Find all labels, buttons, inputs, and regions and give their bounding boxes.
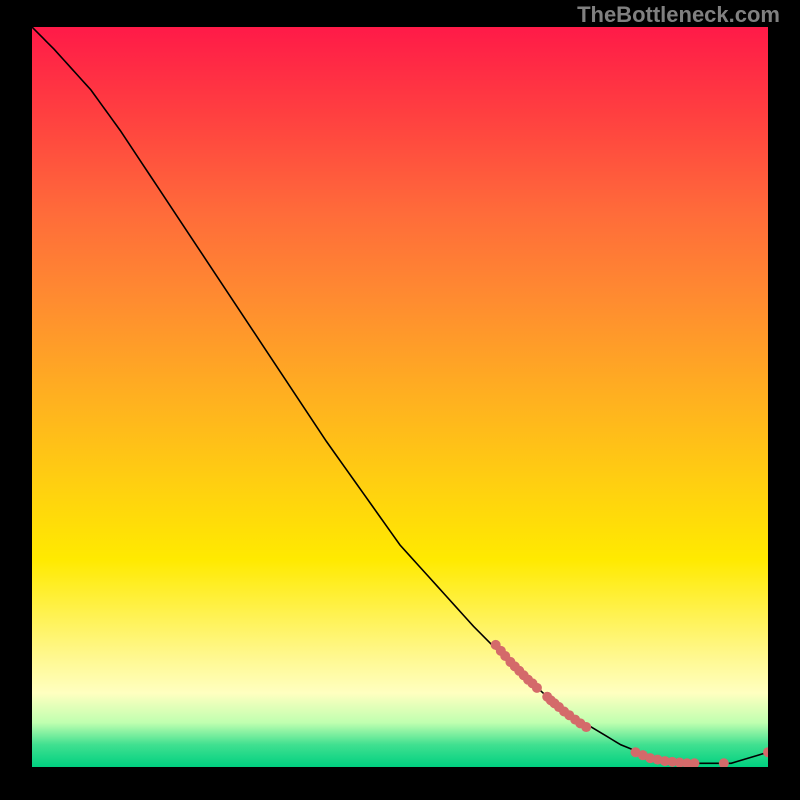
curve-marker [581, 722, 591, 732]
curve-marker [763, 747, 768, 757]
curve-marker [532, 683, 542, 693]
curve-marker [689, 758, 699, 767]
curve-marker [719, 758, 729, 767]
chart-plot-area [32, 27, 768, 767]
chart-svg [32, 27, 768, 767]
attribution-text: TheBottleneck.com [577, 2, 780, 28]
bottleneck-curve [32, 27, 768, 763]
